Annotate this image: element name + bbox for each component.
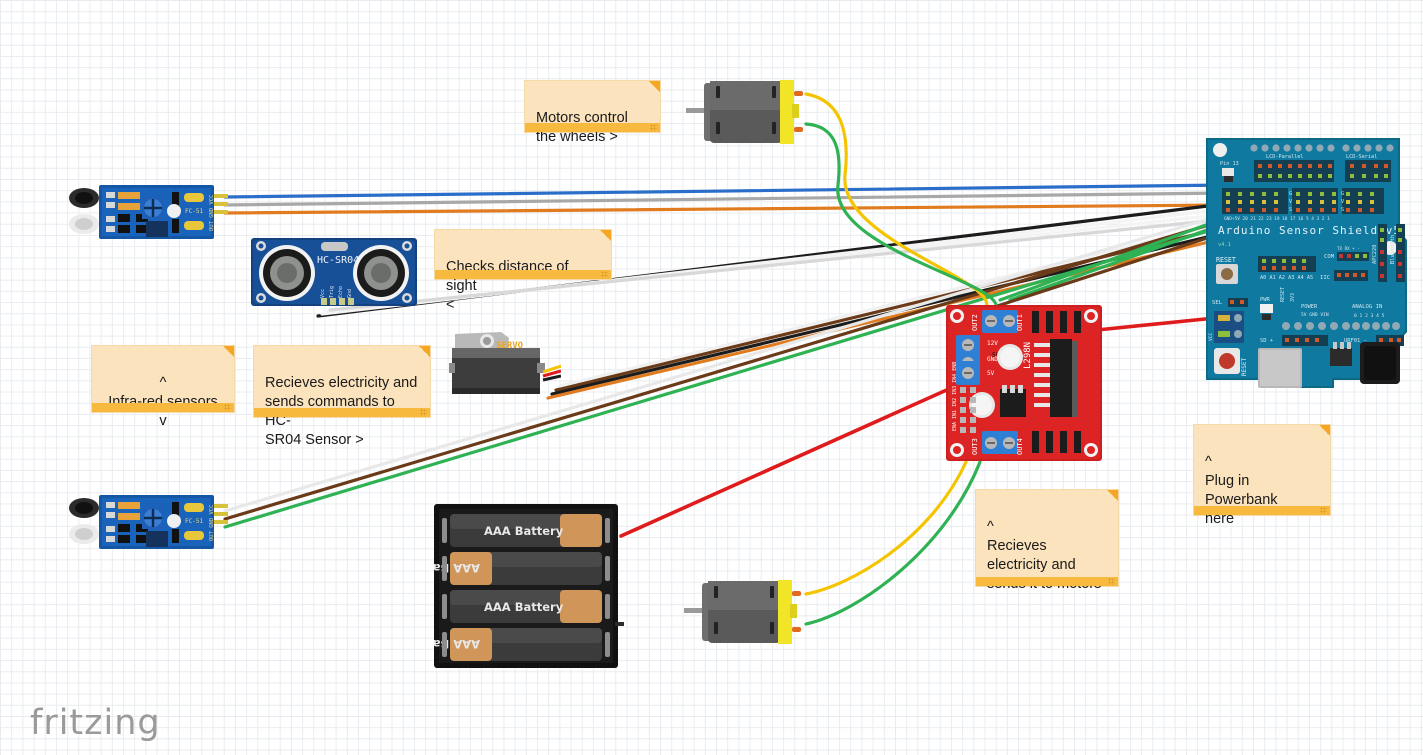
note-resize-grip-icon[interactable] (1320, 507, 1327, 514)
note-resize-grip-icon[interactable] (601, 271, 608, 278)
svg-text:v4.1: v4.1 (1218, 242, 1231, 248)
wire-motor-top-a (804, 92, 989, 310)
note-bar (92, 403, 234, 412)
svg-text:AAA Battery: AAA Battery (484, 600, 564, 614)
svg-text:12V: 12V (987, 340, 998, 347)
wire-ir-top-vcc (223, 203, 1230, 215)
svg-text:POWER: POWER (1301, 304, 1318, 310)
svg-text:IIC: IIC (1320, 275, 1330, 281)
note-resize-grip-icon[interactable] (1108, 578, 1115, 585)
svg-text:Gnd: Gnd (347, 289, 353, 298)
servo-motor[interactable]: SERVO (449, 328, 562, 406)
note-resize-grip-icon[interactable] (650, 124, 657, 131)
svg-text:RESET: RESET (1280, 287, 1286, 302)
note-motor-driver-power[interactable]: ^ Recieves electricity and sends it to m… (975, 489, 1119, 592)
svg-text:S: S (1341, 207, 1344, 213)
note-infrared-sensors[interactable]: ^ Infra-red sensors v (91, 345, 235, 429)
svg-text:3V3: 3V3 (1290, 293, 1296, 302)
note-resize-grip-icon[interactable] (224, 404, 231, 411)
note-bar (435, 270, 611, 279)
svg-text:OUT3: OUT3 (971, 438, 979, 455)
svg-text:V: V (1289, 199, 1292, 205)
svg-text:OUT1: OUT1 (1016, 314, 1024, 331)
svg-text:Echo: Echo (338, 286, 344, 298)
svg-text:RESET: RESET (1241, 358, 1248, 376)
wire-battery-positive (619, 382, 962, 538)
svg-text:G: G (1289, 191, 1292, 197)
note-bar (254, 408, 430, 417)
note-fold-icon (600, 230, 611, 241)
svg-text:ENA IN1 IN2 IN3 IN4 ENB: ENA IN1 IN2 IN3 IN4 ENB (952, 362, 958, 431)
note-resize-grip-icon[interactable] (420, 409, 427, 416)
svg-text:AAA Battery: AAA Battery (484, 524, 564, 538)
svg-text:COM: COM (1324, 254, 1335, 260)
note-fold-icon (649, 81, 660, 92)
ir-sensor-top[interactable]: FC-51 OUT GND VCC (68, 183, 228, 241)
note-bar (1194, 506, 1330, 515)
svg-text:GND+5V 20 21 22 23 19 18 17: GND+5V 20 21 22 23 19 18 17 16 5 4 3 2 1 (1224, 216, 1330, 222)
svg-text:RESET: RESET (1216, 256, 1236, 264)
ultrasonic-sensor-hcsr04[interactable]: HC-SR04 Vcc Trig Echo Gnd (251, 238, 417, 306)
svg-text:VCC: VCC (1208, 332, 1214, 341)
svg-text:SERVO: SERVO (496, 341, 524, 351)
note-fold-icon (1319, 425, 1330, 436)
svg-text:Vcc: Vcc (320, 289, 326, 298)
svg-text:OUT2: OUT2 (971, 314, 979, 331)
svg-text:OUT4: OUT4 (1016, 438, 1024, 455)
svg-text:5V: 5V (987, 370, 995, 377)
note-fold-icon (1107, 490, 1118, 501)
svg-text:5V GND VIN: 5V GND VIN (1301, 312, 1329, 318)
svg-text:Bluetooth: Bluetooth (1390, 235, 1396, 264)
battery-holder-4xAAA[interactable]: AAA Battery AAA Battery AAA Battery AAA … (400, 504, 624, 670)
note-fold-icon (223, 346, 234, 357)
ir-sensor-bottom[interactable]: FC-51 OUT GND VCC (68, 493, 228, 551)
svg-text:Trig: Trig (329, 286, 335, 298)
svg-text:LCD-Serial: LCD-Serial (1346, 154, 1377, 160)
svg-text:0 1 2 3 4 5: 0 1 2 3 4 5 (1354, 313, 1385, 319)
svg-text:FC-51: FC-51 (185, 518, 203, 525)
svg-text:APC220: APC220 (1372, 245, 1378, 264)
note-plug-powerbank[interactable]: ^ Plug in Powerbank here (1193, 424, 1331, 527)
svg-text:FC-51: FC-51 (185, 208, 203, 215)
svg-text:LCD-Parallel: LCD-Parallel (1266, 154, 1303, 160)
l298n-motor-driver[interactable]: OUT1 OUT2 12V GND 5V 5V-EN (946, 305, 1102, 461)
wire-driver-5v (1095, 316, 1217, 332)
note-fold-icon (419, 346, 430, 357)
svg-text:S: S (1289, 207, 1292, 213)
note-motors-control[interactable]: Motors control the wheels > (524, 80, 661, 145)
svg-text:L298N: L298N (1023, 342, 1033, 369)
svg-text:ANALOG IN: ANALOG IN (1352, 304, 1382, 310)
wire-motor-top-b (804, 122, 998, 310)
svg-text:TX RX + -: TX RX + - (1337, 246, 1360, 251)
note-bar (976, 577, 1118, 586)
wire-servo-vcc (546, 235, 1232, 400)
note-bar (525, 123, 660, 132)
svg-text:G: G (1341, 191, 1344, 197)
dc-motor-top[interactable] (686, 78, 806, 146)
svg-text:A0 A1 A2 A3 A4 A5: A0 A1 A2 A3 A4 A5 (1260, 275, 1313, 281)
svg-text:AAA Battery: AAA Battery (434, 637, 480, 651)
dc-motor-bottom[interactable] (684, 578, 804, 646)
arduino-sensor-shield[interactable]: LCD-Parallel LCD-Serial Pin 13 G V S G V… (1204, 136, 1415, 390)
svg-text:Pin 13: Pin 13 (1220, 161, 1239, 167)
svg-text:HC-SR04: HC-SR04 (317, 255, 359, 266)
svg-text:SD +: SD + (1260, 338, 1274, 344)
svg-text:AAA Battery: AAA Battery (434, 561, 480, 575)
svg-text:V: V (1341, 199, 1344, 205)
fritzing-logo: fritzing (30, 703, 161, 743)
svg-text:SEL: SEL (1212, 300, 1223, 306)
svg-text:PWR: PWR (1260, 297, 1270, 303)
note-hcsr04-power[interactable]: Recieves electricity and sends commands … (253, 345, 431, 448)
note-checks-distance[interactable]: Checks distance of sight < (434, 229, 612, 313)
